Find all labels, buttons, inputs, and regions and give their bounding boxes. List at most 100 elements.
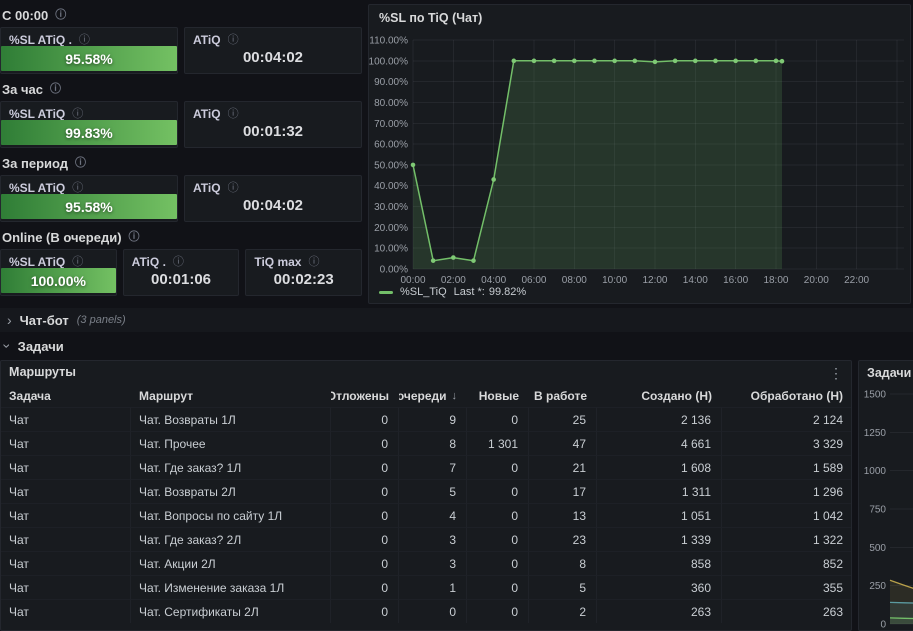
gauge-bar-value: 95.58% [1,46,177,71]
row-header-label: За час [2,81,43,97]
info-icon[interactable]: ⓘ [228,182,239,194]
stat-panel-header: %SL ATiQ ⓘ [1,176,177,195]
svg-text:0.00%: 0.00% [380,265,408,276]
header-cell-Обработано (Н)[interactable]: Обработано (Н) [722,385,851,407]
cell: Чат. Изменение заказа 1Л [131,575,331,599]
cell: 0 [467,527,529,551]
stat-value: 00:01:32 [242,123,304,140]
cell: 0 [331,479,399,503]
grafana-dashboard: { "colors": { "green_line": "#73bf69", "… [0,0,913,631]
legend-stat-value: 99.82% [488,286,527,298]
cell: Чат [1,503,131,527]
cell: 0 [467,575,529,599]
stat-panel-za-chas-0: %SL ATiQ ⓘ 99.83% [0,101,178,148]
cell: 7 [399,455,467,479]
stat-row-since-0000: %SL ATiQ . ⓘ 95.58% ATiQ ⓘ 00:04:02 [0,27,362,74]
stat-panel-title[interactable]: ATiQ [193,107,221,121]
cell: Чат. Возвраты 1Л [131,407,331,431]
info-icon[interactable]: ⓘ [50,83,61,95]
cell: 1 322 [722,527,851,551]
stat-value: 00:04:02 [242,49,304,66]
stat-panel-title[interactable]: ATiQ . [132,255,166,269]
cell: 8 [399,431,467,455]
chevron-right-icon: › [7,312,12,328]
row-header-za-period[interactable]: За период ⓘ [2,155,362,171]
cell: 263 [597,599,722,623]
stat-panel-title[interactable]: %SL ATiQ [9,107,65,121]
stat-panel-header: %SL ATiQ ⓘ [1,250,116,269]
header-cell-Маршрут[interactable]: Маршрут [131,385,331,407]
stat-panel-title[interactable]: %SL ATiQ [9,255,65,269]
info-icon[interactable]: ⓘ [79,34,90,46]
cell: 1 051 [597,503,722,527]
cell: 0 [331,431,399,455]
row-header-za-chas[interactable]: За час ⓘ [2,81,362,97]
header-cell-label: Новые [478,389,519,403]
cell: 1 311 [597,479,722,503]
row-chatbot-label[interactable]: Чат-бот [20,313,69,328]
panel-menu-kebab-icon[interactable]: ⋮ [829,365,843,382]
info-icon[interactable]: ⓘ [173,256,184,268]
stat-panel-title[interactable]: %SL ATiQ . [9,33,72,47]
cell: 852 [722,551,851,575]
header-cell-label: В работе [534,389,587,403]
svg-text:50.00%: 50.00% [374,160,408,171]
stat-row-za-chas: %SL ATiQ ⓘ 99.83% ATiQ ⓘ 00:01:32 [0,101,362,148]
stat-panel-title[interactable]: %SL ATiQ [9,181,65,195]
info-icon[interactable]: ⓘ [72,256,83,268]
info-icon[interactable]: ⓘ [75,157,86,169]
stat-panel-header: %SL ATiQ ⓘ [1,102,177,121]
cell: Чат [1,527,131,551]
header-cell-label: Обработано (Н) [750,389,843,403]
header-cell-В очереди[interactable]: В очереди ↓ [399,385,467,407]
row-header-since-0000[interactable]: С 00:00 ⓘ [2,7,362,23]
header-cell-В работе[interactable]: В работе [529,385,597,407]
cell: 3 [399,527,467,551]
info-icon[interactable]: ⓘ [72,108,83,120]
header-cell-Создано (Н)[interactable]: Создано (Н) [597,385,722,407]
sl-tiq-chart: 0.00% 10.00% 20.00% 30.00% 40.00% 50.00% 60.00… [369,36,904,286]
row-header-label: Online (В очереди) [2,229,122,245]
legend-last-stat: Last *: 99.82% [454,286,527,298]
cell: 13 [529,503,597,527]
header-cell-Задача[interactable]: Задача [1,385,131,407]
info-icon[interactable]: ⓘ [228,34,239,46]
stat-panel-title[interactable]: TiQ max [254,255,301,269]
svg-text:250: 250 [869,581,886,592]
cell: 263 [722,599,851,623]
legend-series-name[interactable]: %SL_TiQ [400,286,447,298]
cell: 2 [529,599,597,623]
stat-panel-header: ATiQ . ⓘ [124,250,239,269]
row-tasks[interactable]: › Задачи [0,335,913,357]
info-icon[interactable]: ⓘ [129,231,140,243]
svg-text:18:00: 18:00 [763,275,788,286]
svg-text:04:00: 04:00 [481,275,506,286]
cell: Чат. Сертификаты 2Л [131,599,331,623]
row-chatbot[interactable]: › Чат-бот (3 panels) [0,308,913,332]
table-row: Чат Чат. Акции 2Л 0 3 0 8 858 852 [1,551,851,575]
row-header-online[interactable]: Online (В очереди) ⓘ [2,229,362,245]
gauge-bar-value: 100.00% [1,268,116,293]
table-row: Чат Чат. Прочее 0 8 1 301 47 4 661 3 329 [1,431,851,455]
cell: 355 [722,575,851,599]
info-icon[interactable]: ⓘ [55,9,66,21]
stat-panel-title[interactable]: ATiQ [193,181,221,195]
info-icon[interactable]: ⓘ [72,182,83,194]
stat-panel-title[interactable]: ATiQ [193,33,221,47]
panel-title-sl-tiq[interactable]: %SL по TiQ (Чат) [379,11,482,25]
panel-title-tasks-chart[interactable]: Задачи (Чат) [867,366,913,380]
row-tasks-label[interactable]: Задачи [18,339,64,354]
info-icon[interactable]: ⓘ [308,256,319,268]
header-cell-label: Задача [9,389,51,403]
info-icon[interactable]: ⓘ [228,108,239,120]
cell: Чат [1,479,131,503]
cell: 0 [331,455,399,479]
cell: 3 [399,551,467,575]
cell: 0 [467,599,529,623]
stat-panel-za-period-0: %SL ATiQ ⓘ 95.58% [0,175,178,222]
table-row: Чат Чат. Сертификаты 2Л 0 0 0 2 263 263 [1,599,851,623]
header-cell-Новые[interactable]: Новые [467,385,529,407]
header-cell-label: Создано (Н) [641,389,712,403]
header-cell-Отложены[interactable]: Отложены [331,385,399,407]
panel-title-routes[interactable]: Маршруты [9,365,76,379]
